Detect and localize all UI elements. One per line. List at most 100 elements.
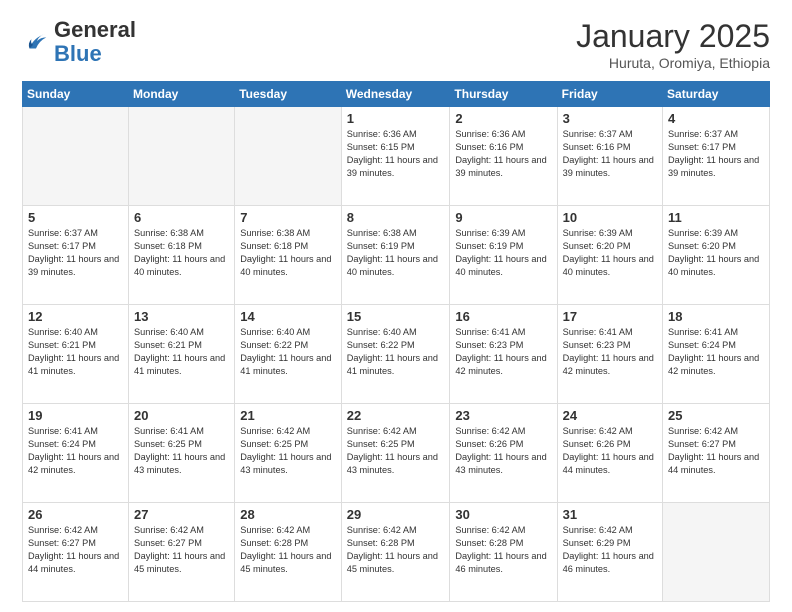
day-number: 27: [134, 507, 229, 522]
calendar-day-cell: 30 Sunrise: 6:42 AM Sunset: 6:28 PM Dayli…: [450, 503, 557, 602]
day-info: Sunrise: 6:39 AM Sunset: 6:20 PM Dayligh…: [668, 228, 759, 277]
day-number: 7: [240, 210, 336, 225]
day-info: Sunrise: 6:42 AM Sunset: 6:28 PM Dayligh…: [347, 525, 438, 574]
calendar-day-cell: 13Sunrise: 6:40 AM Sunset: 6:21 PM Dayli…: [129, 305, 235, 404]
day-number: 3: [563, 111, 657, 126]
calendar-day-cell: 21Sunrise: 6:42 AM Sunset: 6:25 PM Dayli…: [235, 404, 342, 503]
logo-general: General: [54, 17, 136, 42]
calendar-day-cell: 10 Sunrise: 6:39 AM Sunset: 6:20 PM Dayli…: [557, 206, 662, 305]
day-info: Sunrise: 6:42 AM Sunset: 6:25 PM Dayligh…: [347, 426, 438, 475]
day-number: 8: [347, 210, 445, 225]
calendar-day-cell: 19 Sunrise: 6:41 AM Sunset: 6:24 PM Dayli…: [23, 404, 129, 503]
day-info: Sunrise: 6:42 AM Sunset: 6:26 PM Dayligh…: [563, 426, 654, 475]
page: General Blue January 2025 Huruta, Oromiy…: [0, 0, 792, 612]
calendar-day-cell: 29 Sunrise: 6:42 AM Sunset: 6:28 PM Dayli…: [341, 503, 450, 602]
day-number: 11: [668, 210, 764, 225]
calendar-day-cell: 4 Sunrise: 6:37 AM Sunset: 6:17 PM Daylig…: [663, 107, 770, 206]
calendar-day-cell: 5 Sunrise: 6:37 AM Sunset: 6:17 PM Daylig…: [23, 206, 129, 305]
day-info: Sunrise: 6:41 AM Sunset: 6:25 PM Dayligh…: [134, 426, 225, 475]
day-number: 22: [347, 408, 445, 423]
calendar-header-friday: Friday: [557, 82, 662, 107]
day-info: Sunrise: 6:39 AM Sunset: 6:19 PM Dayligh…: [455, 228, 546, 277]
calendar-day-cell: 1Sunrise: 6:36 AM Sunset: 6:15 PM Daylig…: [341, 107, 450, 206]
calendar-header-thursday: Thursday: [450, 82, 557, 107]
day-info: Sunrise: 6:42 AM Sunset: 6:27 PM Dayligh…: [134, 525, 225, 574]
day-number: 2: [455, 111, 551, 126]
calendar-header-tuesday: Tuesday: [235, 82, 342, 107]
calendar-day-cell: 15 Sunrise: 6:40 AM Sunset: 6:22 PM Dayli…: [341, 305, 450, 404]
calendar-table: SundayMondayTuesdayWednesdayThursdayFrid…: [22, 81, 770, 602]
day-info: Sunrise: 6:42 AM Sunset: 6:28 PM Dayligh…: [455, 525, 546, 574]
day-number: 28: [240, 507, 336, 522]
calendar-day-cell: 18Sunrise: 6:41 AM Sunset: 6:24 PM Dayli…: [663, 305, 770, 404]
day-number: 15: [347, 309, 445, 324]
calendar-day-cell: 12 Sunrise: 6:40 AM Sunset: 6:21 PM Dayli…: [23, 305, 129, 404]
day-info: Sunrise: 6:42 AM Sunset: 6:28 PM Dayligh…: [240, 525, 331, 574]
calendar-day-cell: 24 Sunrise: 6:42 AM Sunset: 6:26 PM Dayli…: [557, 404, 662, 503]
day-info: Sunrise: 6:37 AM Sunset: 6:17 PM Dayligh…: [668, 129, 759, 178]
day-info: Sunrise: 6:40 AM Sunset: 6:21 PM Dayligh…: [134, 327, 225, 376]
day-number: 23: [455, 408, 551, 423]
calendar-week-row: 19 Sunrise: 6:41 AM Sunset: 6:24 PM Dayli…: [23, 404, 770, 503]
calendar-week-row: 26Sunrise: 6:42 AM Sunset: 6:27 PM Dayli…: [23, 503, 770, 602]
day-number: 6: [134, 210, 229, 225]
day-info: Sunrise: 6:37 AM Sunset: 6:16 PM Dayligh…: [563, 129, 654, 178]
calendar-day-cell: 9Sunrise: 6:39 AM Sunset: 6:19 PM Daylig…: [450, 206, 557, 305]
calendar-week-row: 12 Sunrise: 6:40 AM Sunset: 6:21 PM Dayli…: [23, 305, 770, 404]
day-info: Sunrise: 6:41 AM Sunset: 6:23 PM Dayligh…: [455, 327, 546, 376]
calendar-day-cell: 11 Sunrise: 6:39 AM Sunset: 6:20 PM Dayli…: [663, 206, 770, 305]
day-info: Sunrise: 6:39 AM Sunset: 6:20 PM Dayligh…: [563, 228, 654, 277]
calendar-day-cell: 20 Sunrise: 6:41 AM Sunset: 6:25 PM Dayli…: [129, 404, 235, 503]
calendar-header-monday: Monday: [129, 82, 235, 107]
day-info: Sunrise: 6:38 AM Sunset: 6:19 PM Dayligh…: [347, 228, 438, 277]
calendar-day-cell: [235, 107, 342, 206]
calendar-header-wednesday: Wednesday: [341, 82, 450, 107]
day-info: Sunrise: 6:37 AM Sunset: 6:17 PM Dayligh…: [28, 228, 119, 277]
calendar-day-cell: [129, 107, 235, 206]
day-number: 10: [563, 210, 657, 225]
calendar-day-cell: 2 Sunrise: 6:36 AM Sunset: 6:16 PM Daylig…: [450, 107, 557, 206]
day-info: Sunrise: 6:38 AM Sunset: 6:18 PM Dayligh…: [240, 228, 331, 277]
day-number: 21: [240, 408, 336, 423]
day-info: Sunrise: 6:42 AM Sunset: 6:27 PM Dayligh…: [28, 525, 119, 574]
header: General Blue January 2025 Huruta, Oromiy…: [22, 18, 770, 71]
month-title: January 2025: [576, 18, 770, 55]
calendar-day-cell: 26Sunrise: 6:42 AM Sunset: 6:27 PM Dayli…: [23, 503, 129, 602]
day-info: Sunrise: 6:42 AM Sunset: 6:27 PM Dayligh…: [668, 426, 759, 475]
day-number: 12: [28, 309, 123, 324]
calendar-day-cell: 17Sunrise: 6:41 AM Sunset: 6:23 PM Dayli…: [557, 305, 662, 404]
calendar-day-cell: 27 Sunrise: 6:42 AM Sunset: 6:27 PM Dayli…: [129, 503, 235, 602]
day-info: Sunrise: 6:40 AM Sunset: 6:21 PM Dayligh…: [28, 327, 119, 376]
day-number: 17: [563, 309, 657, 324]
title-block: January 2025 Huruta, Oromiya, Ethiopia: [576, 18, 770, 71]
logo: General Blue: [22, 18, 136, 66]
day-info: Sunrise: 6:36 AM Sunset: 6:16 PM Dayligh…: [455, 129, 546, 178]
logo-text: General Blue: [54, 18, 136, 66]
day-number: 4: [668, 111, 764, 126]
day-info: Sunrise: 6:42 AM Sunset: 6:29 PM Dayligh…: [563, 525, 654, 574]
day-number: 24: [563, 408, 657, 423]
day-number: 16: [455, 309, 551, 324]
day-number: 30: [455, 507, 551, 522]
calendar-day-cell: 22 Sunrise: 6:42 AM Sunset: 6:25 PM Dayli…: [341, 404, 450, 503]
day-number: 31: [563, 507, 657, 522]
day-number: 25: [668, 408, 764, 423]
calendar-day-cell: 7 Sunrise: 6:38 AM Sunset: 6:18 PM Daylig…: [235, 206, 342, 305]
calendar-day-cell: [23, 107, 129, 206]
day-info: Sunrise: 6:41 AM Sunset: 6:24 PM Dayligh…: [28, 426, 119, 475]
calendar-header-saturday: Saturday: [663, 82, 770, 107]
logo-bird-icon: [22, 28, 50, 56]
day-number: 19: [28, 408, 123, 423]
day-number: 20: [134, 408, 229, 423]
calendar-week-row: 1Sunrise: 6:36 AM Sunset: 6:15 PM Daylig…: [23, 107, 770, 206]
calendar-day-cell: 28 Sunrise: 6:42 AM Sunset: 6:28 PM Dayli…: [235, 503, 342, 602]
day-number: 5: [28, 210, 123, 225]
calendar-day-cell: 16 Sunrise: 6:41 AM Sunset: 6:23 PM Dayli…: [450, 305, 557, 404]
calendar-day-cell: 8 Sunrise: 6:38 AM Sunset: 6:19 PM Daylig…: [341, 206, 450, 305]
calendar-day-cell: 31 Sunrise: 6:42 AM Sunset: 6:29 PM Dayli…: [557, 503, 662, 602]
location-subtitle: Huruta, Oromiya, Ethiopia: [576, 55, 770, 71]
day-number: 29: [347, 507, 445, 522]
day-info: Sunrise: 6:40 AM Sunset: 6:22 PM Dayligh…: [347, 327, 438, 376]
calendar-day-cell: 14Sunrise: 6:40 AM Sunset: 6:22 PM Dayli…: [235, 305, 342, 404]
calendar-day-cell: 23Sunrise: 6:42 AM Sunset: 6:26 PM Dayli…: [450, 404, 557, 503]
